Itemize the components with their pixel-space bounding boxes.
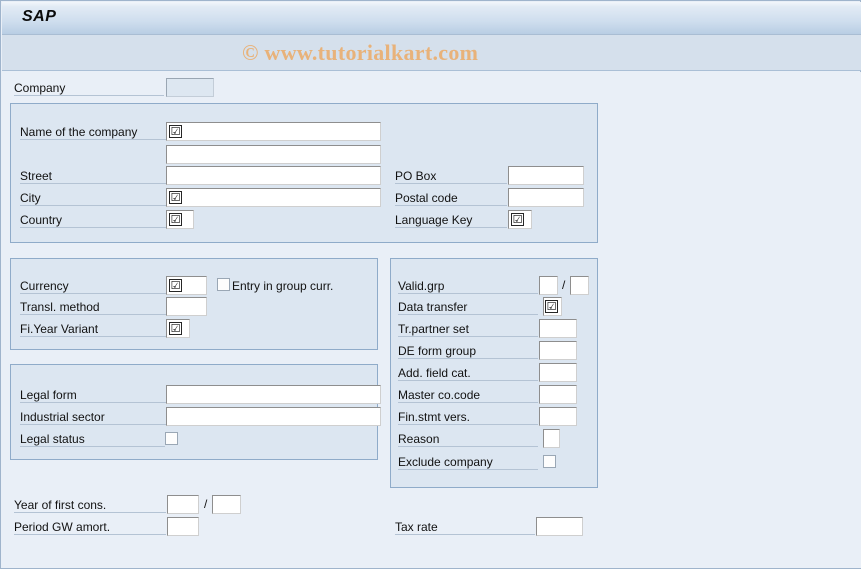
sap-window: SAP © www.tutorialkart.com Company Name … xyxy=(0,0,861,569)
label-valid-grp: Valid.grp xyxy=(398,279,538,294)
required-entry-icon: ☑ xyxy=(169,125,182,138)
label-data-transfer: Data transfer xyxy=(398,300,538,315)
label-country: Country xyxy=(20,213,170,228)
label-exclude-company: Exclude company xyxy=(398,455,538,470)
year-of-first-cons-from-input[interactable] xyxy=(167,495,199,514)
title-bar: SAP xyxy=(2,2,861,35)
required-entry-icon: ☑ xyxy=(169,191,182,204)
label-po-box: PO Box xyxy=(395,169,507,184)
street-input[interactable] xyxy=(166,166,381,185)
label-master-co-code: Master co.code xyxy=(398,388,538,403)
toolbar: © www.tutorialkart.com xyxy=(2,35,861,71)
label-name-of-company: Name of the company xyxy=(20,125,170,140)
name-of-company-input[interactable] xyxy=(166,122,381,141)
label-transl-method: Transl. method xyxy=(20,300,170,315)
exclude-company-checkbox[interactable] xyxy=(543,455,556,468)
city-input[interactable] xyxy=(166,188,381,207)
label-year-of-first-cons: Year of first cons. xyxy=(14,498,166,513)
year-of-first-cons-to-input[interactable] xyxy=(212,495,241,514)
valid-grp-to-input[interactable] xyxy=(570,276,589,295)
label-fi-year-variant: Fi.Year Variant xyxy=(20,322,170,337)
tax-rate-input[interactable] xyxy=(536,517,583,536)
label-reason: Reason xyxy=(398,432,538,447)
entry-in-group-curr-checkbox[interactable] xyxy=(217,278,230,291)
label-currency: Currency xyxy=(20,279,170,294)
required-entry-icon: ☑ xyxy=(169,213,182,226)
de-form-group-input[interactable] xyxy=(539,341,577,360)
label-city: City xyxy=(20,191,170,206)
valid-grp-from-input[interactable] xyxy=(539,276,558,295)
label-de-form-group: DE form group xyxy=(398,344,538,359)
label-entry-in-group-curr: Entry in group curr. xyxy=(232,279,334,293)
reason-input[interactable] xyxy=(543,429,560,448)
label-street: Street xyxy=(20,169,170,184)
label-fin-stmt-vers: Fin.stmt vers. xyxy=(398,410,538,425)
name-of-company-input-2[interactable] xyxy=(166,145,381,164)
label-tr-partner-set: Tr.partner set xyxy=(398,322,538,337)
label-language-key: Language Key xyxy=(395,213,507,228)
legal-status-checkbox[interactable] xyxy=(165,432,178,445)
label-industrial-sector: Industrial sector xyxy=(20,410,170,425)
label-company: Company xyxy=(14,81,164,96)
company-input[interactable] xyxy=(166,78,214,97)
required-entry-icon: ☑ xyxy=(169,279,182,292)
content-area: Company Name of the company ☑ Street Cit… xyxy=(2,72,861,568)
period-gw-amort-input[interactable] xyxy=(167,517,199,536)
legal-form-input[interactable] xyxy=(166,385,381,404)
label-legal-status: Legal status xyxy=(20,432,165,447)
tr-partner-set-input[interactable] xyxy=(539,319,577,338)
postal-code-input[interactable] xyxy=(508,188,584,207)
required-entry-icon: ☑ xyxy=(511,213,524,226)
master-co-code-input[interactable] xyxy=(539,385,577,404)
label-legal-form: Legal form xyxy=(20,388,170,403)
industrial-sector-input[interactable] xyxy=(166,407,381,426)
label-postal-code: Postal code xyxy=(395,191,507,206)
label-add-field-cat: Add. field cat. xyxy=(398,366,538,381)
watermark-text: © www.tutorialkart.com xyxy=(242,40,479,65)
transl-method-input[interactable] xyxy=(166,297,207,316)
required-entry-icon: ☑ xyxy=(169,322,182,335)
label-period-gw-amort: Period GW amort. xyxy=(14,520,166,535)
add-field-cat-input[interactable] xyxy=(539,363,577,382)
year-of-first-cons-separator: / xyxy=(204,497,208,511)
fin-stmt-vers-input[interactable] xyxy=(539,407,577,426)
app-title: SAP xyxy=(22,8,57,25)
valid-grp-separator: / xyxy=(562,278,566,292)
required-entry-icon: ☑ xyxy=(545,300,558,313)
label-tax-rate: Tax rate xyxy=(395,520,535,535)
po-box-input[interactable] xyxy=(508,166,584,185)
